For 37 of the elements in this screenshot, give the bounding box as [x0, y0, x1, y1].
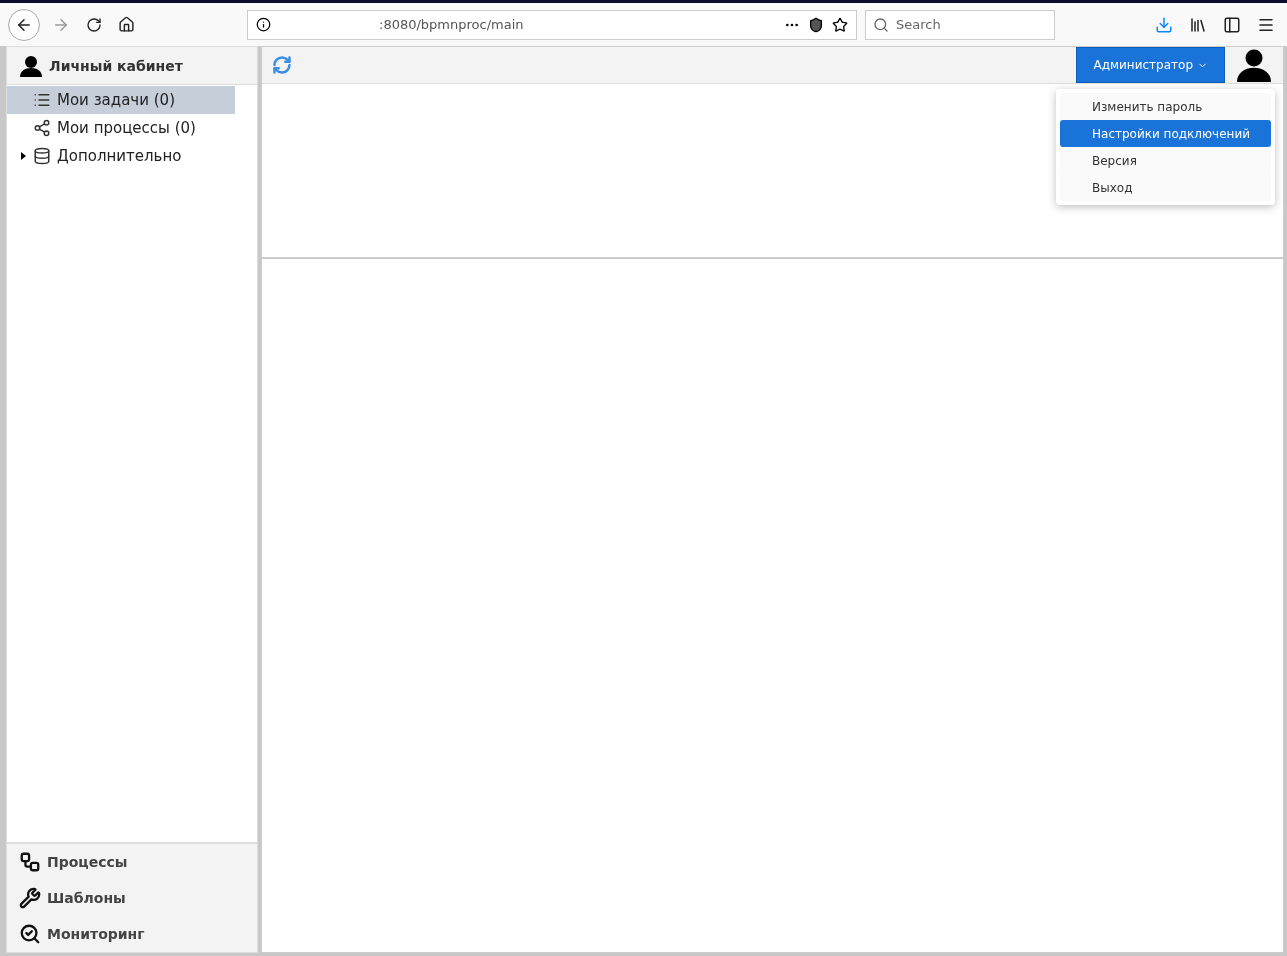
user-menu-button[interactable]: Администратор — [1076, 47, 1225, 83]
share-icon — [33, 119, 51, 137]
menu-item[interactable]: Версия — [1060, 147, 1271, 174]
home-icon — [118, 16, 135, 33]
menu-item[interactable]: Настройки подключений — [1060, 120, 1271, 147]
address-bar[interactable]: :8080/bpmnproc/main — [247, 9, 857, 40]
library-icon — [1189, 15, 1207, 34]
download-icon — [1155, 15, 1173, 34]
user-icon — [19, 54, 43, 77]
reload-icon — [86, 16, 102, 33]
database-icon — [33, 147, 51, 165]
refresh-icon — [272, 55, 292, 75]
info-icon — [256, 17, 271, 32]
tree-item[interactable]: Дополнительно — [7, 142, 235, 170]
menu-item[interactable]: Изменить пароль — [1060, 93, 1271, 120]
list-icon — [33, 91, 51, 109]
avatar-icon[interactable] — [1237, 48, 1271, 82]
section-link[interactable]: Процессы — [7, 844, 257, 880]
templates-icon — [19, 887, 41, 909]
sidebar-icon — [1223, 15, 1241, 34]
item-label: Дополнительно — [57, 147, 182, 165]
monitoring-icon — [19, 923, 41, 945]
star-icon[interactable] — [832, 16, 848, 33]
tree-item[interactable]: Мои процессы (0) — [7, 114, 235, 142]
search-icon — [873, 16, 889, 33]
processes-icon — [19, 851, 41, 873]
search-field[interactable]: Search — [865, 9, 1055, 40]
section-link[interactable]: Шаблоны — [7, 880, 257, 916]
item-label: Мои задачи (0) — [57, 91, 175, 109]
section-link[interactable]: Мониторинг — [7, 916, 257, 952]
item-label: Мои процессы (0) — [57, 119, 196, 137]
url-text: :8080/bpmnproc/main — [379, 17, 525, 32]
tree-item[interactable]: Мои задачи (0) — [7, 86, 235, 114]
back-button[interactable] — [8, 8, 40, 41]
menu-item[interactable]: Выход — [1060, 174, 1271, 201]
sidebar-title: Личный кабинет — [49, 57, 183, 74]
expand-icon[interactable] — [19, 152, 27, 160]
